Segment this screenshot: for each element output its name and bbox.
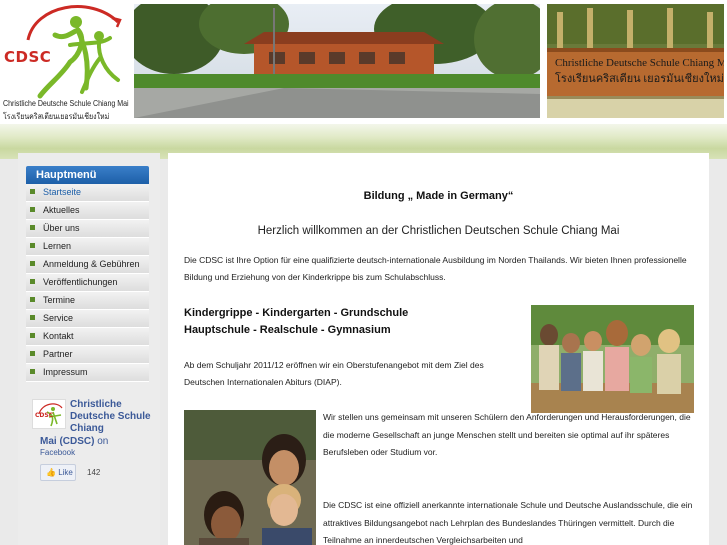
main-menu-title: Hauptmenü <box>26 166 149 184</box>
abitur-paragraph: Ab dem Schuljahr 2011/12 eröffnen wir ei… <box>184 360 484 387</box>
menu-item-label: Partner <box>43 349 73 359</box>
menu-item-label: Termine <box>43 295 76 305</box>
like-label: Like <box>58 468 73 477</box>
logo-abbreviation: CDSC <box>4 48 52 66</box>
menu-item-label: Veröffentlichungen <box>43 277 118 287</box>
bullet-icon <box>30 225 35 230</box>
header-photo-school-sign: Christliche Deutsche Schule Chiang Mai โ… <box>547 4 724 118</box>
menu-item-termine[interactable]: Termine <box>26 292 149 310</box>
bullet-icon <box>30 189 35 194</box>
menu-item-partner[interactable]: Partner <box>26 346 149 364</box>
logo-school-name: Christliche Deutsche Schule Chiang Mai <box>3 99 129 108</box>
school-logo[interactable]: CDSC Christliche Deutsche Schule Chiang … <box>0 0 132 124</box>
main-content: Bildung „ Made in Germany“ Herzlich will… <box>168 153 709 545</box>
accreditation-paragraph: Die CDSC ist eine offiziell anerkannte i… <box>323 500 693 545</box>
page-header: CDSC Christliche Deutsche Schule Chiang … <box>0 0 727 124</box>
bullet-icon <box>30 207 35 212</box>
menu-item-service[interactable]: Service <box>26 310 149 328</box>
menu-item-label: Kontakt <box>43 331 74 341</box>
menu-item-impressum[interactable]: Impressum <box>26 364 149 382</box>
bullet-icon <box>30 333 35 338</box>
menu-item-kontakt[interactable]: Kontakt <box>26 328 149 346</box>
menu-item-label: Impressum <box>43 367 88 377</box>
menu-item-label: Über uns <box>43 223 80 233</box>
menu-item-ueber-uns[interactable]: Über uns <box>26 220 149 238</box>
main-menu: Startseite Aktuelles Über uns Lernen Anm… <box>26 184 149 382</box>
school-types-line-1: Kindergrippe - Kindergarten - Grundschul… <box>184 307 409 319</box>
bullet-icon <box>30 315 35 320</box>
intro-paragraph: Die CDSC ist Ihre Option für eine qualif… <box>184 255 687 282</box>
thumbs-up-icon: 👍 <box>46 468 56 477</box>
bullet-icon <box>30 351 35 356</box>
facebook-logo-text: CDSC <box>35 412 54 419</box>
like-count: 142 <box>87 468 101 477</box>
menu-item-anmeldung[interactable]: Anmeldung & Gebühren <box>26 256 149 274</box>
bullet-icon <box>30 243 35 248</box>
facebook-link[interactable]: Facebook <box>40 448 75 457</box>
menu-item-label: Service <box>43 313 74 323</box>
bullet-icon <box>30 369 35 374</box>
menu-item-startseite[interactable]: Startseite <box>26 184 149 202</box>
bullet-icon <box>30 261 35 266</box>
facebook-page-logo[interactable]: CDSC <box>32 399 66 429</box>
bullet-icon <box>30 297 35 302</box>
menu-item-label: Anmeldung & Gebühren <box>43 259 140 269</box>
menu-item-veroeffentlichungen[interactable]: Veröffentlichungen <box>26 274 149 292</box>
sign-text-thai: โรงเรียนคริสเตียน เยอรมันเชียงใหม่ <box>555 71 724 85</box>
sidebar: Hauptmenü Startseite Aktuelles Über uns … <box>18 153 160 545</box>
menu-item-label: Lernen <box>43 241 72 251</box>
facebook-page-name[interactable]: Christliche Deutsche Schule Chiang <box>70 399 160 435</box>
menu-item-lernen[interactable]: Lernen <box>26 238 149 256</box>
facebook-page-name-cont[interactable]: Mai (CDSC) on <box>40 436 170 448</box>
facebook-like-button[interactable]: 👍 Like <box>40 464 76 481</box>
page-title: Bildung „ Made in Germany“ <box>363 190 514 202</box>
menu-item-label: Aktuelles <box>43 205 80 215</box>
mission-paragraph: Wir stellen uns gemeinsam mit unseren Sc… <box>323 412 691 457</box>
students-photo <box>184 410 316 545</box>
school-types-line-2: Hauptschule - Realschule - Gymnasium <box>184 324 391 336</box>
header-photo-campus <box>134 4 540 118</box>
children-group-photo <box>531 305 694 413</box>
logo-school-name-thai: โรงเรียนคริสเตียนเยอรมันเชียงใหม่ <box>3 112 110 121</box>
menu-item-label: Startseite <box>43 187 82 197</box>
facebook-page-name-suffix: Mai (CDSC) <box>40 436 95 447</box>
sign-text: Christliche Deutsche Schule Chiang Mai <box>555 57 724 69</box>
facebook-on-text: on <box>97 436 109 447</box>
bullet-icon <box>30 279 35 284</box>
menu-item-aktuelles[interactable]: Aktuelles <box>26 202 149 220</box>
school-types-heading: Kindergrippe - Kindergarten - Grundschul… <box>184 305 524 339</box>
welcome-heading: Herzlich willkommen an der Christlichen … <box>257 225 620 237</box>
